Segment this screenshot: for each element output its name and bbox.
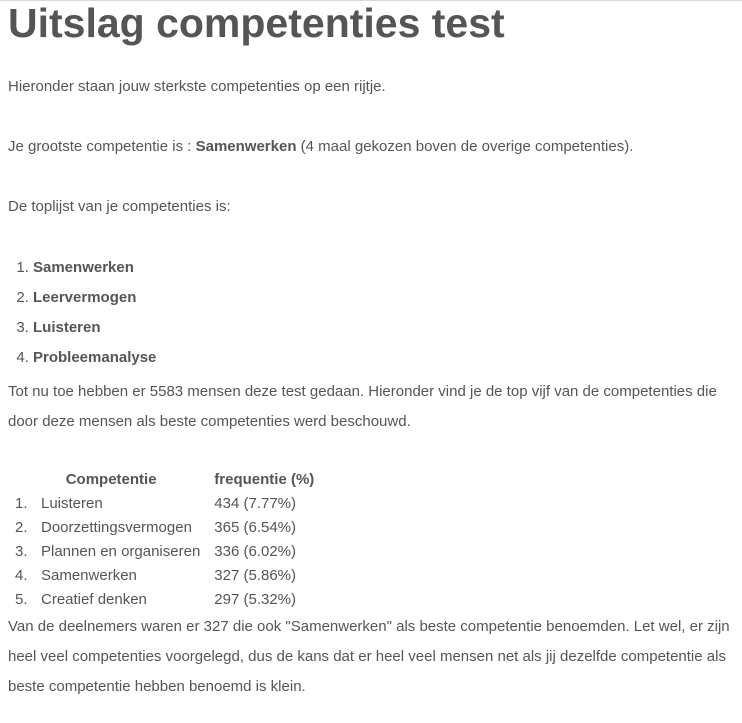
- row-index: 4.: [15, 567, 28, 584]
- row-index: 2.: [15, 519, 28, 536]
- row-frequency: 327 (5.86%): [214, 567, 297, 584]
- toplist-item: Probleemanalyse: [33, 343, 734, 373]
- table-row: 1. Luisteren 434 (7.77%): [8, 492, 314, 516]
- table-row: 2. Doorzettingsvermogen 365 (6.54%): [8, 516, 314, 540]
- row-competence: Creatief denken: [41, 591, 147, 608]
- toplist-item: Leervermogen: [33, 283, 734, 313]
- row-competence: Doorzettingsvermogen: [41, 519, 192, 536]
- toplist-item: Samenwerken: [33, 253, 734, 283]
- row-frequency: 434 (7.77%): [214, 495, 297, 512]
- top-competence-prefix: Je grootste competentie is :: [8, 138, 196, 155]
- row-index: 3.: [15, 543, 28, 560]
- row-competence: Samenwerken: [41, 567, 137, 584]
- closing-text: Van de deelnemers waren er 327 die ook "…: [8, 618, 730, 695]
- row-index: 5.: [15, 591, 28, 608]
- row-frequency: 365 (6.54%): [214, 519, 297, 536]
- top-competence-name: Samenwerken: [195, 138, 297, 155]
- row-frequency: 336 (6.02%): [214, 543, 297, 560]
- table-row: 3. Plannen en organiseren 336 (6.02%): [8, 540, 314, 564]
- column-header-competence: Competentie: [65, 471, 157, 488]
- column-header-frequency: frequentie (%): [214, 471, 315, 488]
- table-header-row: Competentie frequentie (%): [8, 468, 315, 492]
- result-page: Uitslag competenties test Hieronder staa…: [0, 1, 742, 702]
- stats-text: Tot nu toe hebben er 5583 mensen deze te…: [8, 383, 717, 430]
- competence-toplist: Samenwerken Leervermogen Luisteren Probl…: [8, 253, 734, 373]
- top-competence-text: Je grootste competentie is : Samenwerken…: [8, 132, 734, 162]
- row-competence: Luisteren: [41, 495, 103, 512]
- intro-text: Hieronder staan jouw sterkste competenti…: [8, 78, 386, 95]
- top-competence-suffix: (4 maal gekozen boven de overige compete…: [296, 138, 634, 155]
- row-competence: Plannen en organiseren: [41, 543, 201, 560]
- toplist-item: Luisteren: [33, 313, 734, 343]
- frequency-table: Competentie frequentie (%) 1. Luisteren …: [8, 468, 314, 612]
- page-title: Uitslag competenties test: [8, 0, 505, 46]
- toplist-intro: De toplijst van je competenties is:: [8, 198, 231, 215]
- row-index: 1.: [15, 495, 28, 512]
- row-frequency: 297 (5.32%): [214, 591, 297, 608]
- table-row: 5. Creatief denken 297 (5.32%): [8, 588, 314, 612]
- table-row: 4. Samenwerken 327 (5.86%): [8, 564, 314, 588]
